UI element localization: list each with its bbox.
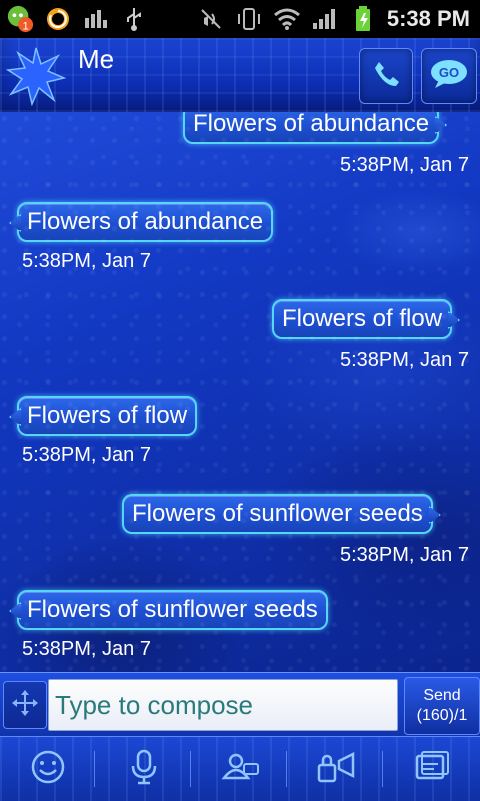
contact-card-icon	[220, 750, 260, 788]
templates-icon	[413, 750, 451, 788]
message-text: Flowers of flow	[282, 305, 443, 332]
character-counter: (160)/1	[416, 707, 468, 724]
message-bubble-out[interactable]: Flowers of flow	[272, 299, 461, 339]
contact-avatar-icon[interactable]	[5, 46, 67, 107]
message-timestamp: 5:38PM, Jan 7	[340, 154, 469, 176]
message-text: Flowers of sunflower seeds	[132, 500, 423, 527]
expand-compose-button[interactable]	[3, 681, 47, 729]
messaging-notification-icon: 1	[6, 5, 34, 33]
go-button[interactable]: GO	[421, 48, 477, 104]
message-bubble-in[interactable]: Flowers of sunflower seeds	[9, 590, 328, 630]
signal-bars-app-icon	[82, 5, 110, 33]
send-button[interactable]: Send (160)/1	[404, 677, 480, 735]
voice-input-button[interactable]	[96, 737, 191, 801]
message-text: Flowers of sunflower seeds	[27, 596, 318, 623]
send-label: Send	[423, 687, 461, 704]
compose-input[interactable]: Type to compose	[48, 679, 398, 731]
vibrate-icon	[197, 5, 225, 33]
bottom-toolbar	[0, 736, 480, 801]
clock: 5:38 PM	[386, 6, 470, 31]
battery-charging-icon	[349, 5, 377, 33]
message-timestamp: 5:38PM, Jan 7	[22, 444, 151, 466]
message-text: Flowers of abundance	[27, 208, 264, 235]
message-list[interactable]: Flowers of abundance 5:38PM, Jan 7 Flowe…	[0, 112, 480, 672]
expand-arrows-icon	[10, 688, 40, 722]
message-text: Flowers of abundance	[193, 112, 430, 137]
compose-bar: Type to compose Send (160)/1	[0, 672, 480, 737]
message-timestamp: 5:38PM, Jan 7	[340, 349, 469, 371]
message-bubble-out[interactable]: Flowers of sunflower seeds	[122, 494, 441, 534]
cell-signal-icon	[311, 5, 339, 33]
go-chat-icon: GO	[429, 58, 469, 94]
wifi-icon	[273, 5, 301, 33]
message-text: Flowers of flow	[27, 402, 188, 429]
message-timestamp: 5:38PM, Jan 7	[22, 638, 151, 660]
message-bubble-in[interactable]: Flowers of abundance	[9, 202, 274, 242]
notification-count: 1	[22, 20, 28, 32]
message-bubble-in[interactable]: Flowers of flow	[9, 396, 198, 436]
insert-contact-button[interactable]	[192, 737, 287, 801]
phone-icon	[370, 58, 402, 94]
lock-megaphone-icon	[315, 749, 357, 789]
private-broadcast-button[interactable]	[288, 737, 383, 801]
call-button[interactable]	[359, 48, 413, 104]
message-timestamp: 5:38PM, Jan 7	[22, 250, 151, 272]
status-bar: 1 5:38 PM	[0, 0, 480, 38]
sync-icon	[44, 5, 72, 33]
templates-button[interactable]	[384, 737, 479, 801]
emoji-button[interactable]	[0, 737, 95, 801]
microphone-icon	[128, 748, 160, 790]
conversation-header: Me GO	[0, 38, 480, 113]
mute-icon	[235, 5, 263, 33]
message-timestamp: 5:38PM, Jan 7	[340, 544, 469, 566]
contact-name: Me	[78, 44, 115, 74]
go-label: GO	[439, 65, 459, 80]
usb-icon	[120, 5, 148, 33]
message-bubble-out[interactable]: Flowers of abundance	[183, 112, 448, 144]
emoji-icon	[30, 749, 66, 789]
